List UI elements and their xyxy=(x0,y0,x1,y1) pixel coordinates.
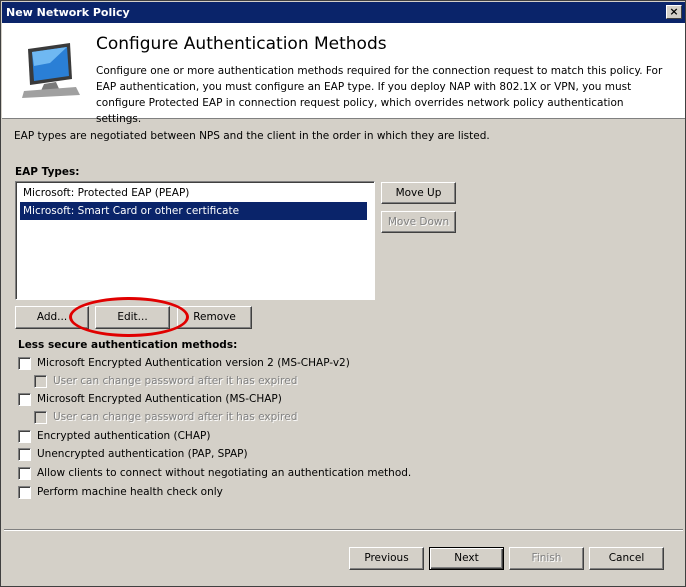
option-pap-spap[interactable]: Unencrypted authentication (PAP, SPAP) xyxy=(18,446,248,462)
option-mschap[interactable]: Microsoft Encrypted Authentication (MS-C… xyxy=(18,391,282,407)
checkbox[interactable] xyxy=(18,429,31,443)
annotation-circle xyxy=(69,297,189,337)
checkbox[interactable] xyxy=(18,466,31,480)
move-down-button[interactable]: Move Down xyxy=(381,211,456,233)
footer-separator xyxy=(4,529,683,531)
option-label: Perform machine health check only xyxy=(37,486,223,498)
option-mschapv2[interactable]: Microsoft Encrypted Authentication versi… xyxy=(18,355,350,371)
next-button[interactable]: Next xyxy=(429,547,504,570)
computer-monitor-icon xyxy=(22,43,80,98)
dialog-window: New Network Policy × Configure Authentic… xyxy=(0,0,686,587)
eap-intro-text: EAP types are negotiated between NPS and… xyxy=(14,130,490,142)
eap-item-peap[interactable]: Microsoft: Protected EAP (PEAP) xyxy=(20,184,370,202)
option-label: Microsoft Encrypted Authentication (MS-C… xyxy=(37,393,282,405)
checkbox[interactable] xyxy=(18,392,31,406)
option-label: Unencrypted authentication (PAP, SPAP) xyxy=(37,448,248,460)
option-no-auth[interactable]: Allow clients to connect without negotia… xyxy=(18,465,411,481)
option-mschapv2-change-password[interactable]: User can change password after it has ex… xyxy=(34,373,297,389)
page-title: Configure Authentication Methods xyxy=(96,34,387,54)
option-mschap-change-password[interactable]: User can change password after it has ex… xyxy=(34,409,297,425)
eap-types-list[interactable]: Microsoft: Protected EAP (PEAP) Microsof… xyxy=(15,181,375,300)
move-up-button[interactable]: Move Up xyxy=(381,182,456,204)
eap-item-smart-card[interactable]: Microsoft: Smart Card or other certifica… xyxy=(20,202,367,220)
option-label: Encrypted authentication (CHAP) xyxy=(37,430,211,442)
wizard-header: Configure Authentication Methods Configu… xyxy=(2,23,685,125)
window-title: New Network Policy xyxy=(6,6,130,19)
checkbox[interactable] xyxy=(18,447,31,461)
eap-types-label: EAP Types: xyxy=(15,166,80,178)
checkbox[interactable] xyxy=(34,374,47,388)
finish-button[interactable]: Finish xyxy=(509,547,584,570)
option-chap[interactable]: Encrypted authentication (CHAP) xyxy=(18,428,210,444)
title-bar: New Network Policy × xyxy=(2,2,685,23)
cancel-button[interactable]: Cancel xyxy=(589,547,664,570)
previous-button[interactable]: Previous xyxy=(349,547,424,570)
option-health-check[interactable]: Perform machine health check only xyxy=(18,484,223,500)
option-label: User can change password after it has ex… xyxy=(53,375,298,387)
checkbox[interactable] xyxy=(18,485,31,499)
page-description: Configure one or more authentication met… xyxy=(96,65,663,125)
close-button[interactable]: × xyxy=(666,5,682,19)
checkbox[interactable] xyxy=(18,356,31,370)
less-secure-label: Less secure authentication methods: xyxy=(18,339,238,351)
option-label: User can change password after it has ex… xyxy=(53,411,298,423)
option-label: Microsoft Encrypted Authentication versi… xyxy=(37,357,350,369)
option-label: Allow clients to connect without negotia… xyxy=(37,467,412,479)
checkbox[interactable] xyxy=(34,410,47,424)
